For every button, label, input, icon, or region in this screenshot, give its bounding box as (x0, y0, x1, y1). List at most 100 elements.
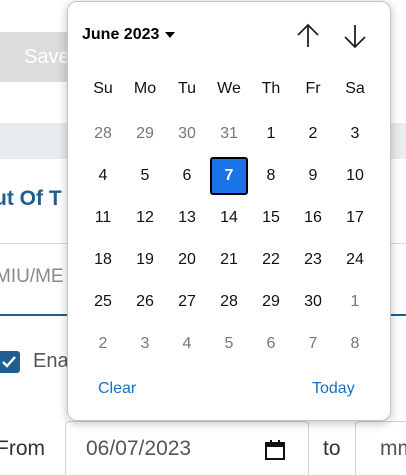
calendar-icon[interactable] (264, 439, 286, 461)
arrow-down-icon[interactable] (341, 22, 369, 50)
section-title: ut Of T (0, 187, 62, 210)
day-cell[interactable]: 3 (334, 113, 376, 155)
day-label: 2 (308, 125, 318, 142)
day-label: 5 (224, 335, 234, 352)
day-cell[interactable]: 27 (166, 281, 208, 323)
day-cell[interactable]: 6 (166, 155, 208, 197)
day-label: 27 (178, 293, 196, 310)
weekday-label: We (217, 80, 241, 97)
day-cell[interactable]: 22 (250, 239, 292, 281)
day-cell[interactable]: 30 (292, 281, 334, 323)
day-cell[interactable]: 6 (250, 323, 292, 365)
day-grid: 28 29 30 31 1 2 3 4 5 6 7 8 9 10 11 12 13 14 15 16 17 18 19 20 2… (82, 113, 376, 365)
day-label: 6 (182, 167, 192, 184)
day-cell[interactable]: 5 (208, 323, 250, 365)
day-cell[interactable]: 26 (124, 281, 166, 323)
day-cell[interactable]: 9 (292, 155, 334, 197)
day-label: 1 (350, 293, 360, 310)
day-cell[interactable]: 18 (82, 239, 124, 281)
day-cell[interactable]: 20 (166, 239, 208, 281)
day-label: 25 (94, 293, 112, 310)
weekday-label: Fr (305, 80, 321, 97)
day-cell[interactable]: 31 (208, 113, 250, 155)
day-cell[interactable]: 24 (334, 239, 376, 281)
day-cell[interactable]: 1 (334, 281, 376, 323)
day-cell[interactable]: 12 (124, 197, 166, 239)
day-label: 13 (178, 209, 196, 226)
day-label: 8 (350, 335, 360, 352)
day-cell[interactable]: 29 (250, 281, 292, 323)
day-cell[interactable]: 1 (250, 113, 292, 155)
day-cell[interactable]: 29 (124, 113, 166, 155)
day-cell[interactable]: 19 (124, 239, 166, 281)
day-cell[interactable]: 5 (124, 155, 166, 197)
text-field[interactable]: MIU/ME (0, 266, 64, 288)
day-cell[interactable]: 14 (208, 197, 250, 239)
month-selector[interactable]: June 2023 (82, 26, 176, 44)
today-button[interactable]: Today (312, 380, 355, 398)
day-cell[interactable]: 4 (166, 323, 208, 365)
day-label: 19 (136, 251, 154, 268)
page: Save ut Of T MIU/ME Ena From 06/07/2023 … (0, 0, 406, 475)
clear-button[interactable]: Clear (98, 380, 136, 398)
check-icon (2, 356, 16, 368)
day-label: 22 (262, 251, 280, 268)
day-label: 30 (178, 125, 196, 142)
caret-down-icon (165, 32, 176, 38)
day-cell[interactable]: 2 (292, 113, 334, 155)
day-cell[interactable]: 16 (292, 197, 334, 239)
day-cell[interactable]: 17 (334, 197, 376, 239)
day-label: 16 (304, 209, 322, 226)
day-cell[interactable]: 15 (250, 197, 292, 239)
day-cell[interactable]: 25 (82, 281, 124, 323)
weekday-label: Mo (133, 80, 157, 97)
day-label: 4 (98, 167, 108, 184)
day-cell[interactable]: 13 (166, 197, 208, 239)
day-label: 29 (262, 293, 280, 310)
day-cell[interactable]: 23 (292, 239, 334, 281)
day-label: 7 (210, 157, 248, 195)
day-cell[interactable]: 10 (334, 155, 376, 197)
day-label: 30 (304, 293, 322, 310)
day-label: 9 (308, 167, 318, 184)
day-label: 10 (346, 167, 364, 184)
to-label: to (323, 437, 341, 460)
day-label: 2 (98, 335, 108, 352)
day-cell[interactable]: 7 (292, 323, 334, 365)
day-cell[interactable]: 21 (208, 239, 250, 281)
day-cell[interactable]: 8 (250, 155, 292, 197)
weekday-label: Th (261, 80, 281, 97)
day-cell[interactable]: 11 (82, 197, 124, 239)
day-label: 11 (94, 209, 112, 226)
day-cell[interactable]: 4 (82, 155, 124, 197)
day-cell-selected[interactable]: 7 (208, 155, 250, 197)
day-label: 24 (346, 251, 364, 268)
day-label: 8 (266, 167, 276, 184)
day-label: 28 (220, 293, 238, 310)
day-label: 5 (140, 167, 150, 184)
day-label: 14 (220, 209, 238, 226)
day-cell[interactable]: 3 (124, 323, 166, 365)
day-cell[interactable]: 28 (208, 281, 250, 323)
day-label: 7 (308, 335, 318, 352)
enable-checkbox[interactable] (0, 351, 20, 373)
day-label: 18 (94, 251, 112, 268)
day-label: 4 (182, 335, 192, 352)
day-cell[interactable]: 8 (334, 323, 376, 365)
day-label: 31 (220, 125, 238, 142)
from-label: From (0, 437, 45, 460)
from-date-input[interactable]: 06/07/2023 (65, 421, 309, 475)
day-label: 3 (350, 125, 360, 142)
day-label: 6 (266, 335, 276, 352)
to-date-input[interactable]: mm (355, 421, 406, 475)
checkbox-label: Ena (33, 350, 69, 372)
day-cell[interactable]: 28 (82, 113, 124, 155)
day-label: 26 (136, 293, 154, 310)
to-date-value: mm (380, 437, 406, 460)
day-label: 12 (136, 209, 154, 226)
arrow-up-icon[interactable] (294, 22, 322, 50)
weekday-label: Tu (177, 80, 197, 97)
day-cell[interactable]: 2 (82, 323, 124, 365)
day-cell[interactable]: 30 (166, 113, 208, 155)
weekday-label: Su (93, 80, 113, 97)
